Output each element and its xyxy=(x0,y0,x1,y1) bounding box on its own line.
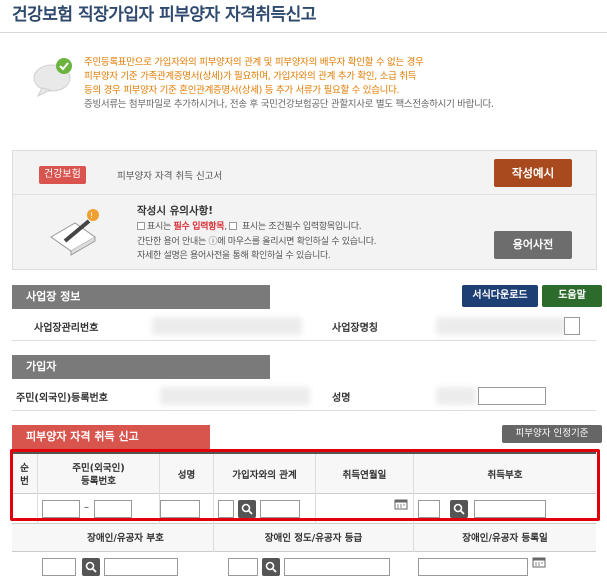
search-icon xyxy=(453,503,465,515)
subscriber-name-field[interactable] xyxy=(478,387,546,405)
col-disability-date: 장애인/유공자 등록일 xyxy=(462,532,548,544)
search-icon xyxy=(265,561,277,573)
form-info-panel: 건강보험 피부양자 자격 취득 신고서 작성예시 ! 작성시 유의사항! 표시는… xyxy=(12,150,597,270)
col-acq-date: 취득연월일 xyxy=(316,454,414,496)
seq-cell xyxy=(12,494,38,524)
conditional-mark-icon xyxy=(229,222,238,230)
relation-cell xyxy=(214,494,316,524)
svg-text:!: ! xyxy=(90,211,93,220)
subscriber-name-value xyxy=(436,387,476,405)
notice-line-1: 주민등록표만으로 가입자와의 피부양자의 관계 및 피부양자의 배우자 확인할 … xyxy=(84,57,424,68)
relation-name-input[interactable] xyxy=(260,500,300,518)
tips-line-3: 자세한 설명은 용어사전을 통해 확인하실 수 있습니다. xyxy=(137,251,331,261)
relation-search-button[interactable] xyxy=(238,500,256,518)
col-disability-grade: 장애인 정도/유공자 등급 xyxy=(214,524,414,552)
col-rrn: 주민(외국인) 등록번호 xyxy=(38,454,160,496)
subscriber-section-header: 가입자 xyxy=(12,355,270,379)
acq-code-input[interactable] xyxy=(418,500,440,518)
col-seq: 순 번 xyxy=(12,454,38,496)
glossary-button[interactable]: 용어사전 xyxy=(494,231,572,259)
business-section-header: 사업장 정보 xyxy=(12,285,270,309)
notice-line-2: 피부양자 기준 가족관계증명서(상세)가 필요하며, 가입자와의 관계 추가 확… xyxy=(84,71,417,82)
writing-pen-icon: ! xyxy=(50,209,99,256)
rrn-back-input[interactable] xyxy=(94,500,132,518)
subscriber-rrn-label: 주민(외국인)등록번호 xyxy=(16,393,108,404)
acq-date-cell xyxy=(316,494,414,524)
subscriber-rrn-value xyxy=(160,387,310,405)
form-info-top: 건강보험 피부양자 자격 취득 신고서 작성예시 xyxy=(13,151,596,195)
business-name-label: 사업장명칭 xyxy=(332,323,378,334)
disability-code-input[interactable] xyxy=(42,558,76,576)
search-icon xyxy=(241,503,253,515)
dependent-name-input[interactable] xyxy=(160,500,200,518)
relation-code-input[interactable] xyxy=(218,500,234,518)
disability-grade-name-input[interactable] xyxy=(284,558,390,576)
dependent-criteria-button[interactable]: 피부양자 인정기준 xyxy=(502,425,602,443)
business-name-value xyxy=(436,317,566,335)
acq-code-cell xyxy=(414,494,596,524)
subscriber-name-label: 성명 xyxy=(332,393,351,404)
notice-line-3: 등의 경우 피부양자 기준 혼인관계증명서(상세) 등 추가 서류가 필요할 수… xyxy=(84,85,400,96)
notice-line-4: 증빙서류는 첨부파일로 추가하시거나, 전송 후 국민건강보험공단 관할지사로 … xyxy=(84,99,494,110)
disability-code-name-input[interactable] xyxy=(104,558,178,576)
tips-line-2: 간단한 용어 안내는 ⓘ에 마우스를 올리시면 확인하실 수 있습니다. xyxy=(137,237,377,247)
acq-code-search-button[interactable] xyxy=(450,500,468,518)
required-mark-icon xyxy=(137,222,145,230)
dependent-table-header: 순 번 주민(외국인) 등록번호 성명 가입자와의 관계 취득연월일 취득부호 xyxy=(12,452,596,496)
health-insurance-badge: 건강보험 xyxy=(39,166,86,184)
title-divider xyxy=(0,32,607,33)
disability-grade-input[interactable] xyxy=(228,558,258,576)
form-name: 피부양자 자격 취득 신고서 xyxy=(117,171,223,182)
form-download-button[interactable]: 서식다운로드 xyxy=(462,285,538,307)
page-title: 건강보험 직장가입자 피부양자 자격취득신고 xyxy=(12,5,316,25)
help-button[interactable]: 도움말 xyxy=(542,285,602,307)
business-mgmt-no-label: 사업장관리번호 xyxy=(34,323,99,334)
col-relation: 가입자와의 관계 xyxy=(214,454,316,496)
tips-title: 작성시 유의사항! xyxy=(137,205,214,217)
rrn-front-input[interactable] xyxy=(42,500,80,518)
disability-date-input[interactable] xyxy=(418,558,528,576)
search-icon xyxy=(85,561,97,573)
calendar-icon[interactable] xyxy=(532,556,546,568)
col-disability-code: 장애인/유공자 부호 xyxy=(38,524,214,552)
tips-line-1: 표시는 필수 입력항목, 표시는 조건필수 입력항목입니다. xyxy=(137,219,362,232)
subscriber-row: 주민(외국인)등록번호 성명 xyxy=(12,381,596,411)
speech-bubble-check-icon xyxy=(33,58,72,98)
business-name-field[interactable] xyxy=(564,317,580,335)
disability-code-search-button[interactable] xyxy=(82,558,100,576)
acq-code-name-input[interactable] xyxy=(474,500,546,518)
business-row: 사업장관리번호 사업장명칭 xyxy=(12,311,596,341)
dependent-section-header: 피부양자 자격 취득 신고 xyxy=(12,425,210,449)
notice-box: 주민등록표만으로 가입자와의 피부양자의 관계 및 피부양자의 배우자 확인할 … xyxy=(33,56,584,112)
calendar-icon[interactable] xyxy=(394,498,408,510)
rrn-cell: – xyxy=(38,494,160,524)
dependent-input-row: – xyxy=(12,494,596,524)
name-cell xyxy=(160,494,214,524)
example-button[interactable]: 작성예시 xyxy=(494,159,572,187)
disability-table-header: 장애인/유공자 부호 장애인 정도/유공자 등급 장애인/유공자 등록일 xyxy=(12,524,596,552)
business-mgmt-no-value xyxy=(152,317,302,335)
col-acq-code: 취득부호 xyxy=(487,469,523,481)
col-name: 성명 xyxy=(160,454,214,496)
disability-input-row xyxy=(12,552,596,579)
disability-grade-search-button[interactable] xyxy=(262,558,280,576)
rrn-dash: – xyxy=(84,502,89,513)
